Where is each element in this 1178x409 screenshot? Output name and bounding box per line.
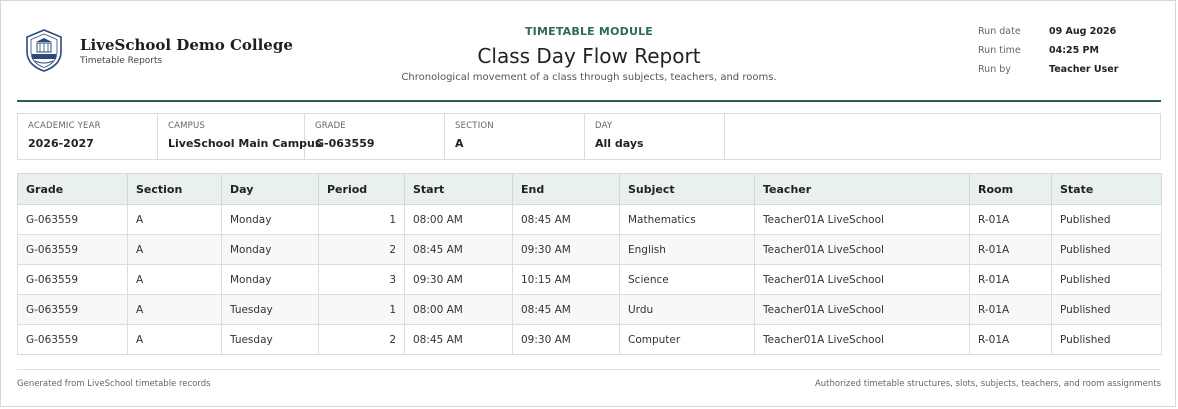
table-cell: G-063559 <box>17 324 128 355</box>
class-flow-table: Grade Section Day Period Start End Subje… <box>17 173 1162 355</box>
filter-label: Day <box>595 121 613 131</box>
column-header: State <box>1051 173 1162 205</box>
table-row: G-063559 A Monday 1 08:00 AM 08:45 AM Ma… <box>17 204 1162 235</box>
table-row: G-063559 A Monday 2 08:45 AM 09:30 AM En… <box>17 234 1162 265</box>
column-header: Section <box>127 173 222 205</box>
table-cell: A <box>127 324 222 355</box>
table-cell: Tuesday <box>221 324 319 355</box>
column-header: Teacher <box>754 173 970 205</box>
table-cell: Urdu <box>619 294 755 325</box>
table-cell: Teacher01A LiveSchool <box>754 264 970 295</box>
table-cell: 08:00 AM <box>404 294 513 325</box>
table-cell: Published <box>1051 234 1162 265</box>
filter-label: Grade <box>315 121 346 131</box>
table-cell: R-01A <box>969 234 1052 265</box>
filter-section: Section A <box>445 114 585 159</box>
table-cell: A <box>127 204 222 235</box>
table-cell: English <box>619 234 755 265</box>
table-cell: 2 <box>318 234 405 265</box>
column-header: Period <box>318 173 405 205</box>
column-header: Room <box>969 173 1052 205</box>
table-cell: 08:45 AM <box>512 204 620 235</box>
filter-label: Section <box>455 121 494 131</box>
filter-summary: Academic Year 2026-2027 Campus LiveSchoo… <box>17 113 1161 160</box>
filter-day: Day All days <box>585 114 725 159</box>
table-cell: A <box>127 294 222 325</box>
table-header-row: Grade Section Day Period Start End Subje… <box>17 173 1162 205</box>
table-cell: 08:45 AM <box>512 294 620 325</box>
table-row: G-063559 A Monday 3 09:30 AM 10:15 AM Sc… <box>17 264 1162 295</box>
table-cell: Monday <box>221 204 319 235</box>
filter-academic-year: Academic Year 2026-2027 <box>18 114 158 159</box>
table-cell: 08:45 AM <box>404 234 513 265</box>
table-cell: A <box>127 264 222 295</box>
table-cell: Monday <box>221 234 319 265</box>
table-cell: R-01A <box>969 264 1052 295</box>
table-cell: 1 <box>318 294 405 325</box>
table-cell: Published <box>1051 204 1162 235</box>
table-cell: Computer <box>619 324 755 355</box>
report-header: LiveSchool Demo College Timetable Report… <box>17 0 1161 102</box>
table-cell: Monday <box>221 264 319 295</box>
run-info-value: 09 Aug 2026 <box>1049 26 1117 37</box>
table-cell: R-01A <box>969 204 1052 235</box>
table-cell: G-063559 <box>17 294 128 325</box>
column-header: Grade <box>17 173 128 205</box>
table-cell: Tuesday <box>221 294 319 325</box>
table-cell: G-063559 <box>17 204 128 235</box>
table-cell: Teacher01A LiveSchool <box>754 324 970 355</box>
run-by-row: Run by Teacher User <box>978 64 1118 83</box>
table-cell: Published <box>1051 264 1162 295</box>
table-cell: 1 <box>318 204 405 235</box>
footer-source-note: Generated from LiveSchool timetable reco… <box>17 379 211 389</box>
table-cell: G-063559 <box>17 234 128 265</box>
run-info-value: 04:25 PM <box>1049 45 1099 56</box>
filter-value: All days <box>595 137 644 150</box>
table-cell: R-01A <box>969 324 1052 355</box>
footer-authorization-note: Authorized timetable structures, slots, … <box>814 379 1161 389</box>
filter-label: Campus <box>168 121 206 131</box>
table-cell: 09:30 AM <box>512 324 620 355</box>
table-cell: 09:30 AM <box>512 234 620 265</box>
filter-value: 2026-2027 <box>28 137 94 150</box>
table-cell: R-01A <box>969 294 1052 325</box>
run-info-label: Run date <box>978 26 1021 37</box>
table-cell: 10:15 AM <box>512 264 620 295</box>
table-row: G-063559 A Tuesday 1 08:00 AM 08:45 AM U… <box>17 294 1162 325</box>
run-info-label: Run by <box>978 64 1011 75</box>
column-header: End <box>512 173 620 205</box>
table-cell: 08:00 AM <box>404 204 513 235</box>
table-cell: Teacher01A LiveSchool <box>754 294 970 325</box>
table-cell: 08:45 AM <box>404 324 513 355</box>
table-cell: Teacher01A LiveSchool <box>754 234 970 265</box>
filter-grade: Grade G-063559 <box>305 114 445 159</box>
filter-label: Academic Year <box>28 121 101 131</box>
table-cell: Science <box>619 264 755 295</box>
table-cell: Mathematics <box>619 204 755 235</box>
table-cell: 09:30 AM <box>404 264 513 295</box>
table-row: G-063559 A Tuesday 2 08:45 AM 09:30 AM C… <box>17 324 1162 355</box>
table-cell: 3 <box>318 264 405 295</box>
footer-divider <box>17 369 1161 370</box>
run-info-value: Teacher User <box>1049 64 1119 75</box>
column-header: Subject <box>619 173 755 205</box>
table-cell: 2 <box>318 324 405 355</box>
table-cell: Published <box>1051 324 1162 355</box>
table-cell: Teacher01A LiveSchool <box>754 204 970 235</box>
filter-value: G-063559 <box>315 137 375 150</box>
column-header: Start <box>404 173 513 205</box>
run-info: Run date 09 Aug 2026 Run time 04:25 PM R… <box>978 26 1118 83</box>
table-cell: A <box>127 234 222 265</box>
run-info-label: Run time <box>978 45 1021 56</box>
column-header: Day <box>221 173 319 205</box>
table-cell: Published <box>1051 294 1162 325</box>
filter-value: A <box>455 137 464 150</box>
filter-value: LiveSchool Main Campus <box>168 137 322 150</box>
filter-spacer <box>725 114 1160 159</box>
filter-campus: Campus LiveSchool Main Campus <box>158 114 322 159</box>
table-cell: G-063559 <box>17 264 128 295</box>
run-time-row: Run time 04:25 PM <box>978 45 1118 64</box>
run-date-row: Run date 09 Aug 2026 <box>978 26 1118 45</box>
